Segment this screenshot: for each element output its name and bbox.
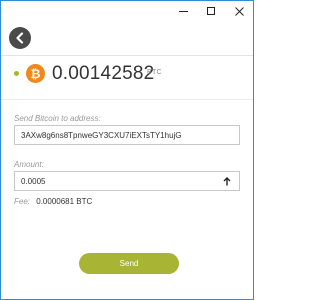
arrow-up-icon <box>223 176 231 185</box>
title-bar <box>1 1 253 21</box>
amount-toggle-button[interactable] <box>221 175 233 187</box>
section-divider <box>1 99 253 100</box>
address-value: 3AXw8g6ns8TpnweGY3CXU7iEXTsTY1hujG <box>21 130 182 140</box>
minimize-button[interactable] <box>169 1 197 21</box>
status-dot <box>14 71 19 76</box>
fee-row: Fee: 0.0000681 BTC <box>14 197 92 206</box>
bitcoin-symbol: ₿ <box>30 66 41 81</box>
balance-amount: 0.00142582 <box>52 63 155 84</box>
amount-input[interactable]: 0.0005 <box>14 171 240 191</box>
bitcoin-icon: ₿ <box>26 64 45 83</box>
fee-label: Fee: <box>14 197 31 206</box>
chevron-left-icon <box>16 32 24 44</box>
amount-label: Amount: <box>14 160 44 169</box>
maximize-button[interactable] <box>197 1 225 21</box>
send-button[interactable]: Send <box>79 253 179 274</box>
balance-unit: BTC <box>147 69 162 76</box>
fee-value: 0.0000681 BTC <box>36 197 93 206</box>
close-button[interactable] <box>225 1 253 21</box>
amount-value: 0.0005 <box>21 176 46 186</box>
back-button[interactable] <box>9 27 31 49</box>
minimize-icon <box>178 10 188 12</box>
address-input[interactable]: 3AXw8g6ns8TpnweGY3CXU7iEXTsTY1hujG <box>14 125 240 145</box>
header-divider <box>1 55 253 56</box>
maximize-icon <box>207 7 215 15</box>
send-button-label: Send <box>119 259 139 268</box>
close-icon <box>234 6 244 16</box>
address-label: Send Bitcoin to address: <box>14 114 101 123</box>
wallet-window: ₿ 0.00142582 BTC Send Bitcoin to address… <box>0 0 254 300</box>
